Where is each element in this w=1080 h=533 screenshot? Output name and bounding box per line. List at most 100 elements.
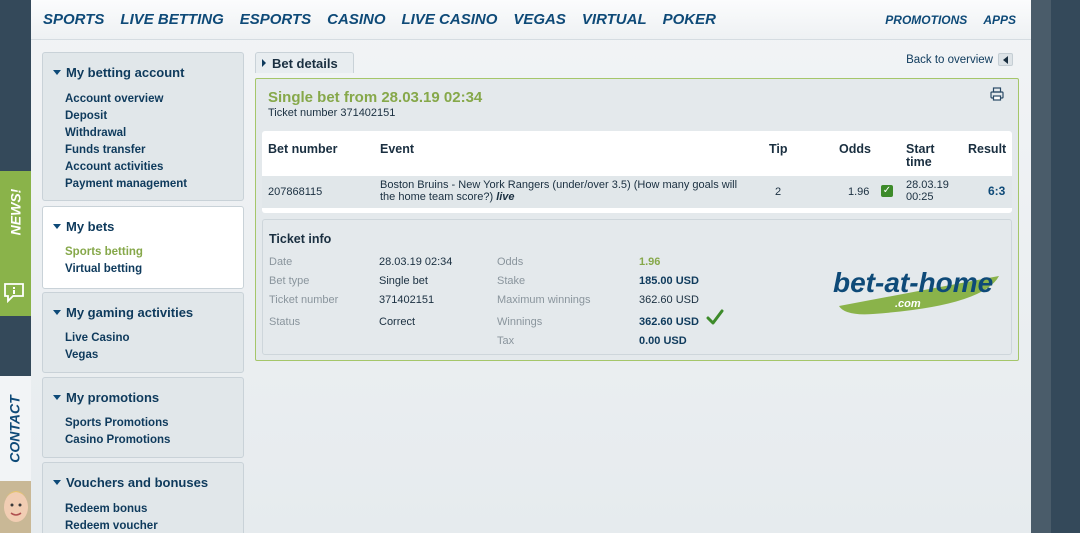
chevron-down-icon bbox=[53, 70, 61, 75]
contact-tab[interactable]: CONTACT bbox=[0, 376, 31, 533]
sidebar-item-redeem-voucher[interactable]: Redeem voucher bbox=[65, 518, 158, 533]
value-date: 28.03.19 02:34 bbox=[379, 256, 453, 268]
label-maximum-winnings: Maximum winnings bbox=[497, 294, 591, 306]
sidebar-links: Sports Promotions Casino Promotions bbox=[65, 415, 170, 449]
sidebar-links: Live Casino Vegas bbox=[65, 330, 130, 364]
value-stake: 185.00 USD bbox=[639, 275, 699, 287]
nav-apps[interactable]: APPS bbox=[983, 13, 1016, 27]
sidebar-item-sports-promotions[interactable]: Sports Promotions bbox=[65, 415, 170, 432]
sidebar-links: Redeem bonus Redeem voucher bbox=[65, 501, 158, 533]
sidebar-section-promotions: My promotions Sports Promotions Casino P… bbox=[42, 377, 244, 458]
ticket-number-line: Ticket number 371402151 bbox=[268, 107, 396, 119]
label-tax: Tax bbox=[497, 335, 515, 347]
sidebar-item-casino-promotions[interactable]: Casino Promotions bbox=[65, 432, 170, 449]
bet-table: Bet number Event Tip Odds Start time Resu… bbox=[262, 131, 1012, 213]
ticket-info-box: Ticket info Date 28.03.19 02:34 Bet type… bbox=[262, 219, 1012, 355]
header-bet-number: Bet number bbox=[268, 142, 338, 156]
main-nav: SPORTS LIVE BETTING ESPORTS CASINO LIVE … bbox=[43, 11, 732, 28]
sidebar-section-betting-account: My betting account Account overview Depo… bbox=[42, 52, 244, 201]
nav-live-betting[interactable]: LIVE BETTING bbox=[120, 11, 223, 28]
back-to-overview-link[interactable]: Back to overview bbox=[906, 53, 1013, 66]
nav-vegas[interactable]: VEGAS bbox=[513, 11, 566, 28]
nav-casino[interactable]: CASINO bbox=[327, 11, 385, 28]
value-maximum-winnings: 362.60 USD bbox=[639, 294, 699, 306]
chat-icon[interactable] bbox=[3, 281, 25, 303]
nav-poker[interactable]: POKER bbox=[663, 11, 716, 28]
svg-text:bet-at-home: bet-at-home bbox=[833, 267, 993, 298]
sidebar-item-payment-management[interactable]: Payment management bbox=[65, 176, 187, 193]
sidebar-section-title[interactable]: My promotions bbox=[53, 390, 159, 405]
chevron-down-icon bbox=[53, 395, 61, 400]
header-start-time: Start time bbox=[906, 142, 935, 169]
value-tax: 0.00 USD bbox=[639, 335, 687, 347]
support-agent-avatar bbox=[0, 481, 31, 533]
sidebar-item-account-activities[interactable]: Account activities bbox=[65, 159, 187, 176]
correct-check-icon: ✓ bbox=[881, 185, 893, 197]
chevron-right-icon bbox=[262, 59, 266, 67]
sidebar-section-gaming-activities: My gaming activities Live Casino Vegas bbox=[42, 292, 244, 373]
value-ticket-number: 371402151 bbox=[379, 294, 435, 306]
sidebar-item-account-overview[interactable]: Account overview bbox=[65, 91, 187, 108]
chevron-down-icon bbox=[53, 224, 61, 229]
cell-bet-number: 207868115 bbox=[268, 186, 323, 198]
label-date: Date bbox=[269, 256, 293, 268]
value-status: Correct bbox=[379, 316, 416, 328]
sidebar-section-title[interactable]: My gaming activities bbox=[53, 305, 193, 320]
sidebar-item-virtual-betting[interactable]: Virtual betting bbox=[65, 261, 143, 278]
sidebar-section-title[interactable]: My betting account bbox=[53, 65, 184, 80]
sidebar-section-title[interactable]: Vouchers and bonuses bbox=[53, 475, 208, 490]
bet-details-panel: Single bet from 28.03.19 02:34 Ticket nu… bbox=[255, 78, 1019, 361]
value-winnings: 362.60 USD bbox=[639, 316, 699, 328]
sidebar-item-live-casino[interactable]: Live Casino bbox=[65, 330, 130, 347]
bet-title: Single bet from 28.03.19 02:34 bbox=[268, 89, 483, 106]
nav-promotions[interactable]: PROMOTIONS bbox=[885, 13, 967, 27]
news-label: NEWS! bbox=[7, 188, 24, 236]
back-arrow-icon bbox=[998, 53, 1013, 66]
cell-odds: 1.96 bbox=[848, 186, 870, 198]
sidebar-links: Account overview Deposit Withdrawal Fund… bbox=[65, 91, 187, 193]
chevron-down-icon bbox=[53, 310, 61, 315]
cell-event: Boston Bruins - New York Rangers (under/… bbox=[380, 179, 738, 203]
page: SPORTS LIVE BETTING ESPORTS CASINO LIVE … bbox=[31, 0, 1031, 533]
news-tab[interactable]: NEWS! bbox=[0, 171, 31, 316]
print-icon[interactable] bbox=[990, 87, 1004, 101]
right-stripe bbox=[1031, 0, 1051, 533]
cell-result: 6:3 bbox=[988, 184, 1006, 198]
nav-live-casino[interactable]: LIVE CASINO bbox=[402, 11, 498, 28]
sidebar-item-deposit[interactable]: Deposit bbox=[65, 108, 187, 125]
nav-virtual[interactable]: VIRTUAL bbox=[582, 11, 647, 28]
label-status: Status bbox=[269, 316, 301, 328]
ticket-info-title: Ticket info bbox=[269, 232, 332, 246]
header-result: Result bbox=[968, 142, 1007, 156]
sidebar-links: Sports betting Virtual betting bbox=[65, 244, 143, 278]
header-tip: Tip bbox=[769, 142, 788, 156]
sidebar-item-withdrawal[interactable]: Withdrawal bbox=[65, 125, 187, 142]
nav-esports[interactable]: ESPORTS bbox=[240, 11, 311, 28]
secondary-nav: PROMOTIONS APPS bbox=[869, 13, 1016, 27]
header-odds: Odds bbox=[839, 142, 871, 156]
sidebar-item-funds-transfer[interactable]: Funds transfer bbox=[65, 142, 187, 159]
label-stake: Stake bbox=[497, 275, 526, 287]
bet-details-tab[interactable]: Bet details bbox=[255, 52, 354, 73]
chevron-down-icon bbox=[53, 480, 61, 485]
top-nav: SPORTS LIVE BETTING ESPORTS CASINO LIVE … bbox=[31, 0, 1031, 40]
sidebar-section-my-bets: My bets Sports betting Virtual betting bbox=[42, 206, 244, 289]
live-badge: live bbox=[496, 191, 515, 203]
sidebar-section-vouchers: Vouchers and bonuses Redeem bonus Redeem… bbox=[42, 462, 244, 533]
contact-label: CONTACT bbox=[6, 395, 23, 463]
nav-sports[interactable]: SPORTS bbox=[43, 11, 104, 28]
sidebar-item-vegas[interactable]: Vegas bbox=[65, 347, 130, 364]
sidebar-item-sports-betting[interactable]: Sports betting bbox=[65, 244, 143, 261]
header-event: Event bbox=[380, 142, 415, 156]
right-background bbox=[1031, 0, 1080, 533]
value-bet-type: Single bet bbox=[379, 275, 428, 287]
svg-text:.com: .com bbox=[895, 298, 921, 310]
sidebar-item-redeem-bonus[interactable]: Redeem bonus bbox=[65, 501, 158, 518]
label-bet-type: Bet type bbox=[269, 275, 310, 287]
label-ticket-number: Ticket number bbox=[269, 294, 339, 306]
cell-tip: 2 bbox=[775, 186, 782, 198]
value-odds: 1.96 bbox=[639, 256, 661, 268]
sidebar-section-title[interactable]: My bets bbox=[53, 219, 114, 234]
winnings-check-icon bbox=[706, 309, 724, 325]
label-winnings: Winnings bbox=[497, 316, 543, 328]
